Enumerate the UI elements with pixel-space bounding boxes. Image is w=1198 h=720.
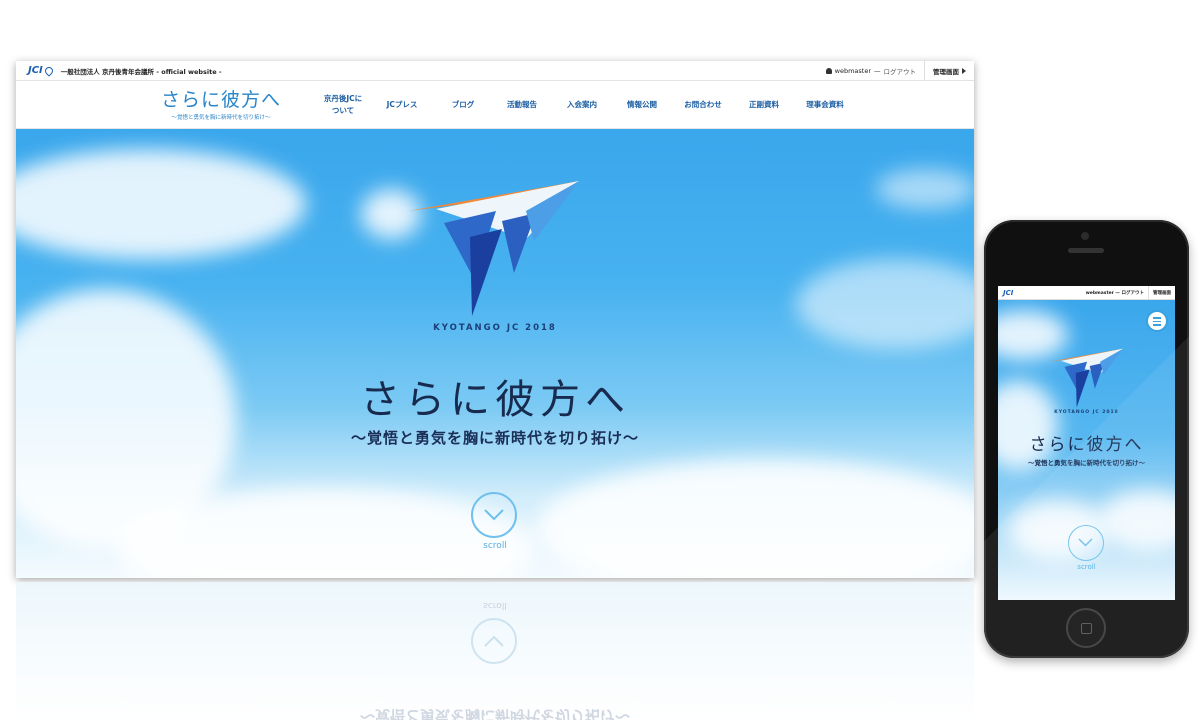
chevron-down-icon [484,509,504,521]
phone-jci-logo[interactable]: JCI [1003,289,1013,297]
nav-item-membership[interactable]: 入会案内 [552,99,612,111]
phone-scroll-button[interactable] [1068,525,1104,561]
emblem-caption: KYOTANGO JC 2018 [433,323,557,333]
phone-camera [1081,232,1089,240]
nav-item-jcpress[interactable]: JCプレス [370,99,434,111]
logout-link[interactable]: ログアウト [884,66,917,76]
brand-subtitle: 〜覚悟と勇気を胸に新時代を切り拓け〜 [171,115,271,121]
nav-item-label: 京丹後JCに [323,94,363,103]
phone-hero-title: さらに彼方へ [1029,435,1144,455]
arrow-right-icon [962,67,966,74]
phone-mockup: JCI webmaster — ログアウト 管理画面 KYOTANGO JC 2… [984,220,1189,658]
cloud [16,149,306,259]
phone-emblem [1048,348,1124,408]
phone-emblem-caption: KYOTANGO JC 2018 [1054,410,1119,415]
nav-item-blog[interactable]: ブログ [434,99,492,111]
global-nav: 京丹後JCに ついて JCプレス ブログ 活動報告 入会案内 情報公開 お問合わ… [316,81,856,129]
nav-item-activity-report[interactable]: 活動報告 [492,99,552,111]
cloud [876,169,974,209]
jci-logo-text: JCI [28,65,43,76]
user-name: webmaster [834,66,871,75]
scroll-label: scroll [483,541,507,551]
phone-screen: JCI webmaster — ログアウト 管理画面 KYOTANGO JC 2… [998,286,1175,600]
desktop-screenshot: JCI 一般社団法人 京丹後青年会議所 - official website -… [16,61,974,578]
menu-button[interactable] [1146,310,1168,332]
separator: — [874,66,881,75]
reflection-subtitle: 〜覚悟と勇気を胸に新時代を切り拓け〜 [359,707,630,720]
admin-label: 管理画面 [933,67,959,76]
hero-title: さらに彼方へ [360,377,630,423]
phone-hero-subtitle: 〜覚悟と勇気を胸に新時代を切り拓け〜 [1028,459,1145,467]
phone-top-bar: JCI webmaster — ログアウト 管理画面 [998,286,1175,300]
nav-item-disclosure[interactable]: 情報公開 [612,99,672,111]
brand-title: さらに彼方へ [160,89,281,111]
phone-user-box[interactable]: webmaster — ログアウト [1082,290,1148,296]
scroll-button[interactable] [471,492,517,538]
admin-link[interactable]: 管理画面 [924,61,974,80]
user-box: webmaster — ログアウト [818,66,924,76]
brand-logo[interactable]: さらに彼方へ 〜覚悟と勇気を胸に新時代を切り拓け〜 [153,89,289,121]
cloud [536,459,974,578]
top-utility-bar: JCI 一般社団法人 京丹後青年会議所 - official website -… [16,61,974,81]
jci-pin-icon [43,64,55,77]
menu-icon [1153,320,1161,322]
topbar-right: webmaster — ログアウト 管理画面 [818,61,974,80]
nav-item-label: ついて [331,106,355,115]
cloud [796,259,974,349]
phone-hero: KYOTANGO JC 2018 さらに彼方へ 〜覚悟と勇気を胸に新時代を切り拓… [998,300,1175,600]
nav-item-board-docs[interactable]: 理事会資料 [794,99,856,111]
org-name: 一般社団法人 京丹後青年会議所 - official website - [60,67,222,76]
hero-section: KYOTANGO JC 2018 さらに彼方へ 〜覚悟と勇気を胸に新時代を切り拓… [16,129,974,578]
hero-subtitle: 〜覚悟と勇気を胸に新時代を切り拓け〜 [350,429,639,447]
cloud [1098,490,1175,550]
nav-item-about[interactable]: 京丹後JCに ついて [316,93,370,117]
reflection-circle [471,618,517,664]
phone-home-button [1066,608,1106,648]
phone-scroll-label: scroll [1077,563,1096,571]
desktop-reflection: scroll 〜覚悟と勇気を胸に新時代を切り拓け〜 [16,582,974,720]
jci-logo[interactable]: JCI [28,64,55,77]
reflection-scroll: scroll [483,600,507,610]
menu-icon [1153,317,1161,319]
chevron-up-icon [484,635,504,647]
home-square-icon [1081,623,1092,634]
user-icon [825,67,832,74]
nav-item-vice-docs[interactable]: 正副資料 [734,99,794,111]
main-navbar: さらに彼方へ 〜覚悟と勇気を胸に新時代を切り拓け〜 京丹後JCに ついて JCプ… [16,81,974,129]
kyotango-jc-emblem [408,181,579,316]
phone-speaker [1068,248,1104,253]
nav-item-contact[interactable]: お問合わせ [672,99,734,111]
menu-icon [1153,324,1161,326]
phone-admin-link[interactable]: 管理画面 [1148,286,1175,299]
chevron-down-icon [1078,538,1093,547]
